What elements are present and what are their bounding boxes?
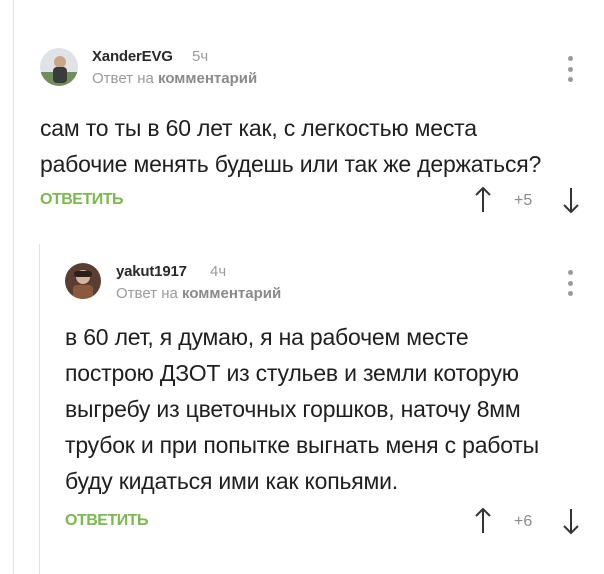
comment-line: трубок и при попытке выгнать меня с рабо…	[65, 432, 540, 458]
reply-to-link[interactable]: комментарий	[182, 285, 281, 302]
comment-line: построю ДЗОТ из стульев и земли которую	[65, 360, 519, 386]
reply-button[interactable]: ОТВЕТИТЬ	[65, 512, 149, 530]
upvote-arrow-icon[interactable]	[474, 507, 492, 535]
user-avatar-icon	[65, 263, 101, 299]
downvote-arrow-icon[interactable]	[562, 507, 580, 535]
comment-reply: yakut1917 4ч Ответ на комментарий в 60 л…	[0, 0, 604, 574]
avatar[interactable]	[65, 263, 101, 299]
comment-body: в 60 лет, я думаю, я на рабочем месте по…	[65, 319, 595, 499]
rating-value: +6	[514, 513, 533, 530]
comment-time: 4ч	[210, 263, 227, 280]
comment-line: выгребу из цветочных горшков, наточу 8мм	[65, 396, 521, 422]
comment-line: в 60 лет, я думаю, я на рабочем месте	[65, 324, 469, 350]
comment-line: буду кидаться ими как копьями.	[65, 468, 398, 494]
comment-author[interactable]: yakut1917	[116, 263, 187, 280]
more-menu-icon[interactable]	[567, 270, 573, 296]
reply-to-line: Ответ на комментарий	[116, 285, 281, 302]
reply-to-prefix: Ответ на	[116, 285, 178, 302]
